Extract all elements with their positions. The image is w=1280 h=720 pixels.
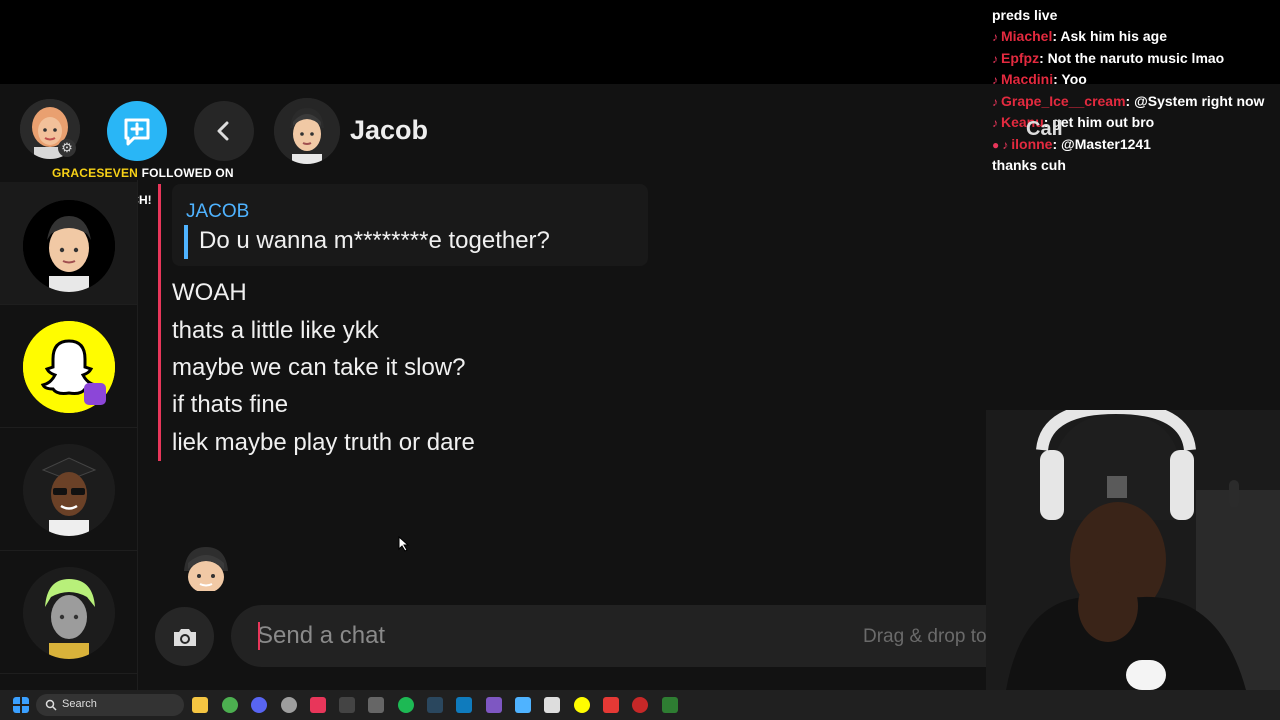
tiktok-icon: ♪ [992, 73, 998, 87]
streamer-photo [986, 410, 1280, 690]
twitch-badge [84, 383, 106, 405]
contact-name[interactable]: Jacob [350, 115, 428, 146]
file-explorer-icon[interactable] [192, 697, 208, 713]
contact-avatar[interactable] [274, 98, 340, 164]
discord-icon[interactable] [251, 697, 267, 713]
spotify-icon[interactable] [398, 697, 414, 713]
tiktok-icon: ♪ [992, 116, 998, 130]
text-caret [258, 622, 260, 650]
stream-chat-line: ♪ Keanu: get him out bro [992, 114, 1154, 130]
camera-icon [173, 628, 196, 646]
stream-chat-line: ♪ Epfpz: Not the naruto music lmao [992, 50, 1224, 66]
chat-username: Grape_Ice__cream [1001, 93, 1126, 109]
message-group-bar [158, 184, 161, 461]
chat-username: Epfpz [1001, 50, 1040, 66]
new-chat-button[interactable] [107, 101, 167, 161]
tiktok-icon: ♪ [992, 95, 998, 109]
message[interactable]: thats a little like ykk [172, 317, 379, 345]
app-icon[interactable] [339, 697, 355, 713]
tiktok-icon: ♪ [992, 52, 998, 66]
taskbar-search[interactable] [36, 694, 184, 716]
call-button[interactable]: Call [1026, 118, 1063, 141]
obs-icon[interactable] [281, 697, 297, 713]
gear-icon[interactable]: ⚙ [58, 139, 76, 157]
app-icon[interactable] [368, 697, 384, 713]
typing-indicator-avatar [170, 543, 242, 591]
quoted-sender: JACOB [186, 201, 250, 222]
stream-chat-overlay: preds live ♪ Miachel: Ask him his age ♪ Ep… [986, 0, 1280, 180]
bitmoji-icon [23, 444, 115, 536]
sidebar-item-team-snapchat[interactable] [0, 305, 137, 428]
chevron-left-icon [217, 121, 229, 141]
stream-chat-line: preds live [992, 7, 1057, 23]
message[interactable]: if thats fine [172, 391, 288, 419]
chat-username: Miachel [1001, 28, 1053, 44]
follow-alert-username: GRACESEVEN [52, 166, 139, 180]
chat-text: thanks cuh [992, 157, 1066, 173]
edge-icon[interactable] [456, 697, 472, 713]
tiktok-live-icon[interactable] [310, 697, 326, 713]
snapchat-taskbar-icon[interactable] [574, 697, 590, 713]
avatar [23, 444, 115, 536]
mouse-cursor-icon [398, 536, 410, 552]
stream-chat-line: ● ♪ ilonne: @Master1241 [992, 136, 1151, 152]
avatar [23, 567, 115, 659]
store-icon[interactable] [544, 697, 560, 713]
follow-alert: GRACESEVEN FOLLOWED ON [52, 166, 234, 180]
tiktok-icon: ♪ [1002, 138, 1009, 152]
chat-text: preds live [992, 7, 1058, 23]
message[interactable]: WOAH [172, 279, 247, 307]
app-icon[interactable] [603, 697, 619, 713]
sidebar-item-grad[interactable] [0, 428, 137, 551]
bitmoji-icon [23, 200, 115, 292]
bitmoji-icon [23, 567, 115, 659]
follow-alert-text: FOLLOWED ON [141, 166, 234, 180]
notepad-icon[interactable] [515, 697, 531, 713]
app-icon[interactable] [662, 697, 678, 713]
app-icon[interactable] [632, 697, 648, 713]
badge-icon: ● [992, 138, 1000, 152]
new-chat-icon [124, 118, 150, 146]
stream-chat-line: ♪ Macdini: Yoo [992, 71, 1087, 87]
message[interactable]: liek maybe play truth or dare [172, 429, 475, 457]
webcam-overlay [986, 410, 1280, 690]
chrome-icon[interactable] [222, 697, 238, 713]
avatar [23, 200, 115, 292]
tiktok-icon: ♪ [992, 30, 998, 44]
scrollbar[interactable] [1229, 480, 1239, 508]
windows-start-icon[interactable] [13, 697, 29, 713]
quote-bar [184, 225, 188, 259]
message[interactable]: maybe we can take it slow? [172, 354, 465, 382]
chat-text: : Not the naruto music lmao [1039, 50, 1225, 66]
stream-chat-line: ♪ Miachel: Ask him his age [992, 28, 1167, 44]
chat-text: : Ask him his age [1052, 28, 1167, 44]
sidebar-item-green-hair[interactable] [0, 551, 137, 674]
chat-text: : @Master1241 [1052, 136, 1151, 152]
chat-text: : Yoo [1053, 71, 1087, 87]
chat-username: Macdini [1001, 71, 1054, 87]
stream-chat-line: thanks cuh [992, 157, 1066, 173]
camera-button[interactable] [155, 607, 214, 666]
steam-icon[interactable] [427, 697, 443, 713]
chat-text: : @System right now [1125, 93, 1265, 109]
drag-drop-hint: Drag & drop to [863, 626, 987, 647]
back-button[interactable] [194, 101, 254, 161]
stream-chat-line: ♪ Grape_Ice__cream: @System right now [992, 93, 1264, 109]
bitmoji-icon [274, 98, 340, 164]
sidebar-item-jacob[interactable] [0, 182, 137, 305]
copilot-icon[interactable] [486, 697, 502, 713]
bitmoji-icon [184, 547, 228, 591]
search-icon [45, 699, 57, 711]
taskbar-search-label: Search [62, 698, 97, 710]
quoted-text: Do u wanna m********e together? [199, 227, 550, 254]
